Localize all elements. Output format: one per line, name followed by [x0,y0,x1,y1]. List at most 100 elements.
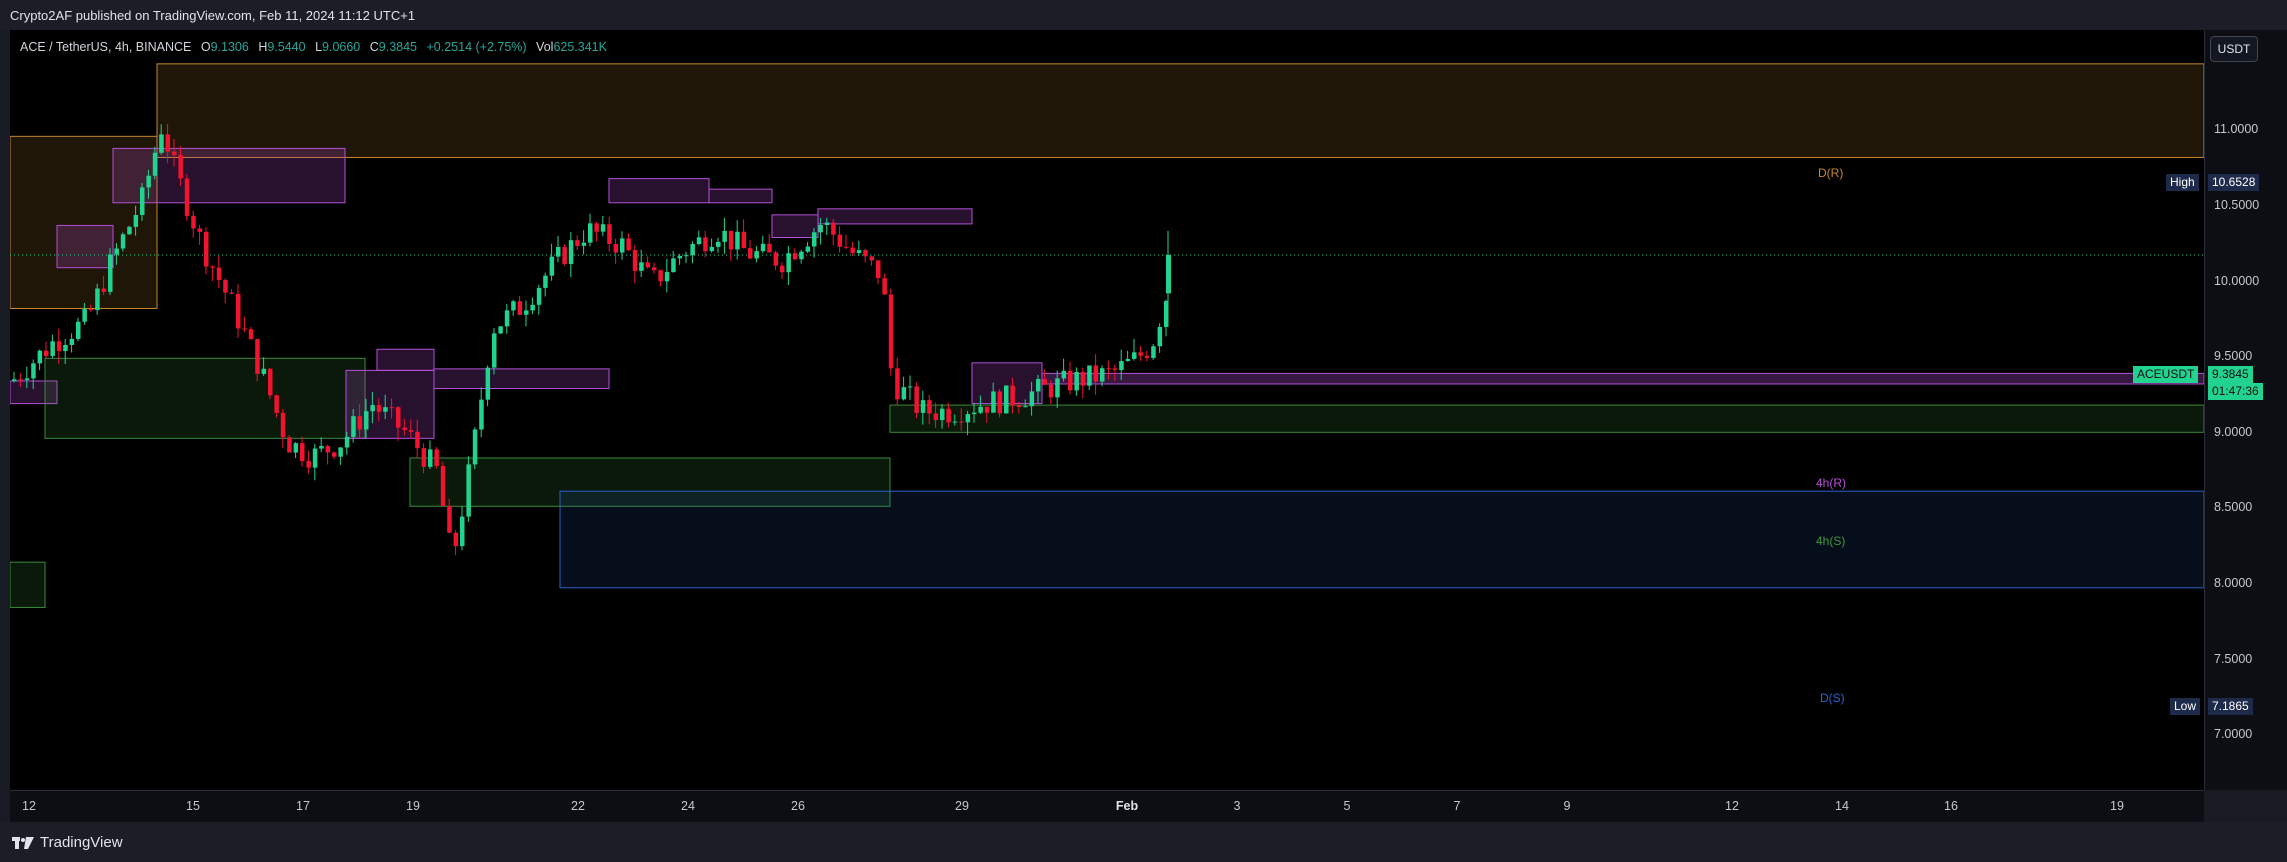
price-tick: 7.5000 [2214,652,2253,666]
close-label: C [369,40,379,54]
candle-body [972,412,977,415]
candle-body [684,255,689,257]
candle-body [447,505,452,533]
price-tick: 8.0000 [2214,576,2253,590]
candle-body [607,224,612,244]
low-value: 9.0660 [322,40,361,54]
candle-body [908,386,913,388]
h4-resistance-zone [708,188,773,204]
candle-body [773,252,779,266]
candle-body [530,304,535,311]
candle-body [581,242,587,246]
candle-body [88,309,94,311]
time-tick: 22 [571,799,585,813]
chart-pane[interactable]: ACE / TetherUS, 4h, BINANCE O9.1306 H9.5… [10,30,2204,790]
time-tick: 24 [681,799,695,813]
candle-body [543,275,548,288]
candle-body [383,407,388,412]
tradingview-logo[interactable]: TradingView [12,834,123,851]
candle-body [927,400,932,414]
candle-body [472,429,478,465]
candle-body [159,134,164,153]
time-tick: 16 [1944,799,1958,813]
candle-body [805,246,811,252]
candle-body [876,260,881,279]
candle-body [760,243,766,252]
candlestick-chart[interactable] [10,30,2204,790]
price-tick: 10.0000 [2214,274,2260,288]
candle-body [56,341,62,352]
candle-body [120,234,126,249]
candle-body [344,436,350,448]
low-tag-value: 7.1865 [2208,698,2253,715]
candle-body [831,222,836,235]
candle-body [421,448,427,467]
candle-body [191,215,196,229]
candle-body [716,241,721,247]
candle-body [594,223,599,232]
h4-support-zone [44,357,366,439]
low-tag-label: Low [2170,698,2201,715]
time-tick: 9 [1563,799,1571,813]
candle-body [850,247,855,253]
candle-body [677,256,683,259]
candle-body [223,280,228,293]
candle-body [1093,365,1099,382]
candle-body [306,461,311,468]
candle-body [652,267,657,271]
candle-body [127,226,132,235]
candle-body [351,416,356,437]
close-value: 9.3845 [378,40,417,54]
candle-body [1029,391,1035,407]
time-tick: Feb [1115,799,1139,813]
candle-body [172,151,177,155]
h4-resistance-zone [56,224,114,269]
change-value: +0.2514 (+2.75%) [426,40,527,54]
price-tick: 11.0000 [2214,122,2259,136]
candle-body [1080,372,1086,386]
candle-body [37,350,43,364]
candle-body [479,399,484,430]
time-tick: 5 [1343,799,1351,813]
time-tick: 15 [186,799,200,813]
candle-body [287,437,292,453]
daily-resistance-zone [156,63,2204,158]
candle-body [709,246,715,252]
candle-body [754,251,759,259]
candle-body [780,265,785,273]
candle-body [1036,379,1041,392]
candle-body [588,223,593,243]
candle-body [460,516,465,547]
candle-body [140,187,145,216]
candle-body [786,253,791,273]
candle-body [453,532,459,547]
candle-body [1023,406,1028,408]
price-axis[interactable] [2204,30,2287,790]
candle-body [24,378,30,380]
candle-body [620,238,625,253]
candle-body [197,228,203,232]
time-tick: 17 [296,799,310,813]
candle-body [1004,385,1009,414]
candle-body [1157,326,1163,347]
candle-body [1061,370,1067,379]
candle-body [95,288,100,311]
currency-button[interactable]: USDT [2210,36,2258,62]
candle-body [466,464,471,517]
candle-body [895,368,900,400]
time-tick: 7 [1453,799,1461,813]
h4-resistance-zone [112,147,346,204]
time-tick: 3 [1233,799,1241,813]
candle-body [216,267,222,281]
candle-body [511,301,516,311]
candle-body [1138,352,1143,356]
candle-body [632,250,638,271]
last-price-tag: 9.3845 [2208,366,2253,383]
candle-body [1132,352,1137,359]
candle-body [914,386,919,413]
tradingview-icon [12,836,34,849]
h4-resistance-zone [433,368,610,389]
time-axis[interactable]: 12 15 17 19 22 24 26 29 Feb 3 5 7 9 12 1… [10,790,2204,823]
candle-body [242,328,247,330]
candle-body [434,449,439,466]
